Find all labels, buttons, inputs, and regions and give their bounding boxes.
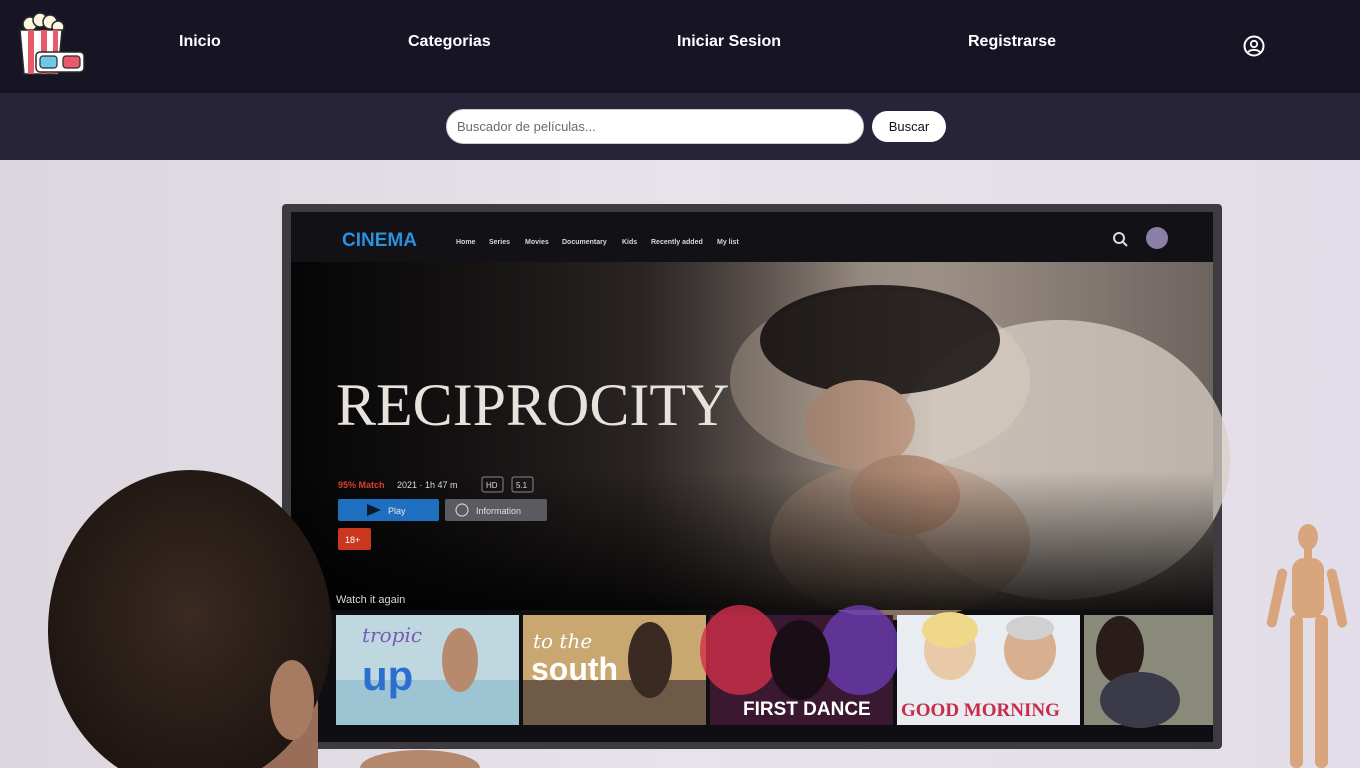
tv-row-title: Watch it again bbox=[336, 594, 405, 606]
nav-link-iniciar-sesion[interactable]: Iniciar Sesion bbox=[677, 33, 781, 51]
tv-menu-item: Series bbox=[489, 239, 510, 246]
tv-avatar-icon bbox=[1146, 227, 1168, 249]
nav-link-inicio[interactable]: Inicio bbox=[179, 33, 221, 51]
tv-menu-bar bbox=[291, 212, 1213, 262]
hero-image: CINEMA Home Series Movies Documentary Ki… bbox=[0, 160, 1360, 768]
tv-menu-item: Home bbox=[456, 239, 476, 246]
svg-text:to the: to the bbox=[533, 629, 592, 653]
svg-text:up: up bbox=[362, 652, 413, 699]
popcorn-logo-icon[interactable] bbox=[16, 12, 86, 78]
search-button[interactable]: Buscar bbox=[872, 111, 946, 142]
tv-menu-item: Movies bbox=[525, 239, 549, 246]
top-navbar: Inicio Categorias Iniciar Sesion Registr… bbox=[0, 0, 1360, 93]
tv-badge-audio: 5.1 bbox=[516, 481, 528, 490]
tv-info-label: Information bbox=[476, 506, 521, 516]
search-input[interactable] bbox=[446, 109, 864, 144]
tv-menu-item: My list bbox=[717, 239, 739, 246]
tv-thumbnail: GOOD MORNING bbox=[897, 612, 1080, 725]
tv-brand: CINEMA bbox=[342, 230, 417, 251]
tv-featured-title: RECIPROCITY bbox=[336, 372, 729, 438]
tv-thumbnail bbox=[1084, 615, 1213, 728]
tv-menu-item: Recently added bbox=[651, 239, 703, 246]
nav-link-categorias[interactable]: Categorias bbox=[408, 33, 491, 51]
wooden-mannequin bbox=[1266, 524, 1348, 768]
tv-thumbnail: tropic up bbox=[336, 615, 519, 725]
tv-menu-item: Kids bbox=[622, 239, 637, 246]
svg-text:tropic: tropic bbox=[362, 623, 422, 647]
tv-meta: 2021 · 1h 47 m bbox=[397, 480, 458, 490]
tv-menu-item: Documentary bbox=[562, 239, 607, 246]
svg-text:FIRST DANCE: FIRST DANCE bbox=[743, 699, 871, 720]
tv-badge-hd: HD bbox=[486, 481, 498, 490]
tv-play-label: Play bbox=[388, 506, 406, 516]
tv-thumbnail: FIRST DANCE bbox=[700, 605, 900, 725]
svg-text:GOOD MORNING: GOOD MORNING bbox=[901, 700, 1060, 721]
tv-thumbnail: to the south bbox=[523, 615, 706, 725]
user-circle-icon[interactable] bbox=[1243, 35, 1265, 57]
hero-illustration: CINEMA Home Series Movies Documentary Ki… bbox=[48, 204, 1348, 768]
tv-match: 95% Match bbox=[338, 480, 385, 490]
svg-text:south: south bbox=[531, 651, 618, 687]
tv-rating-label: 18+ bbox=[345, 535, 360, 545]
nav-link-registrarse[interactable]: Registrarse bbox=[968, 33, 1056, 51]
